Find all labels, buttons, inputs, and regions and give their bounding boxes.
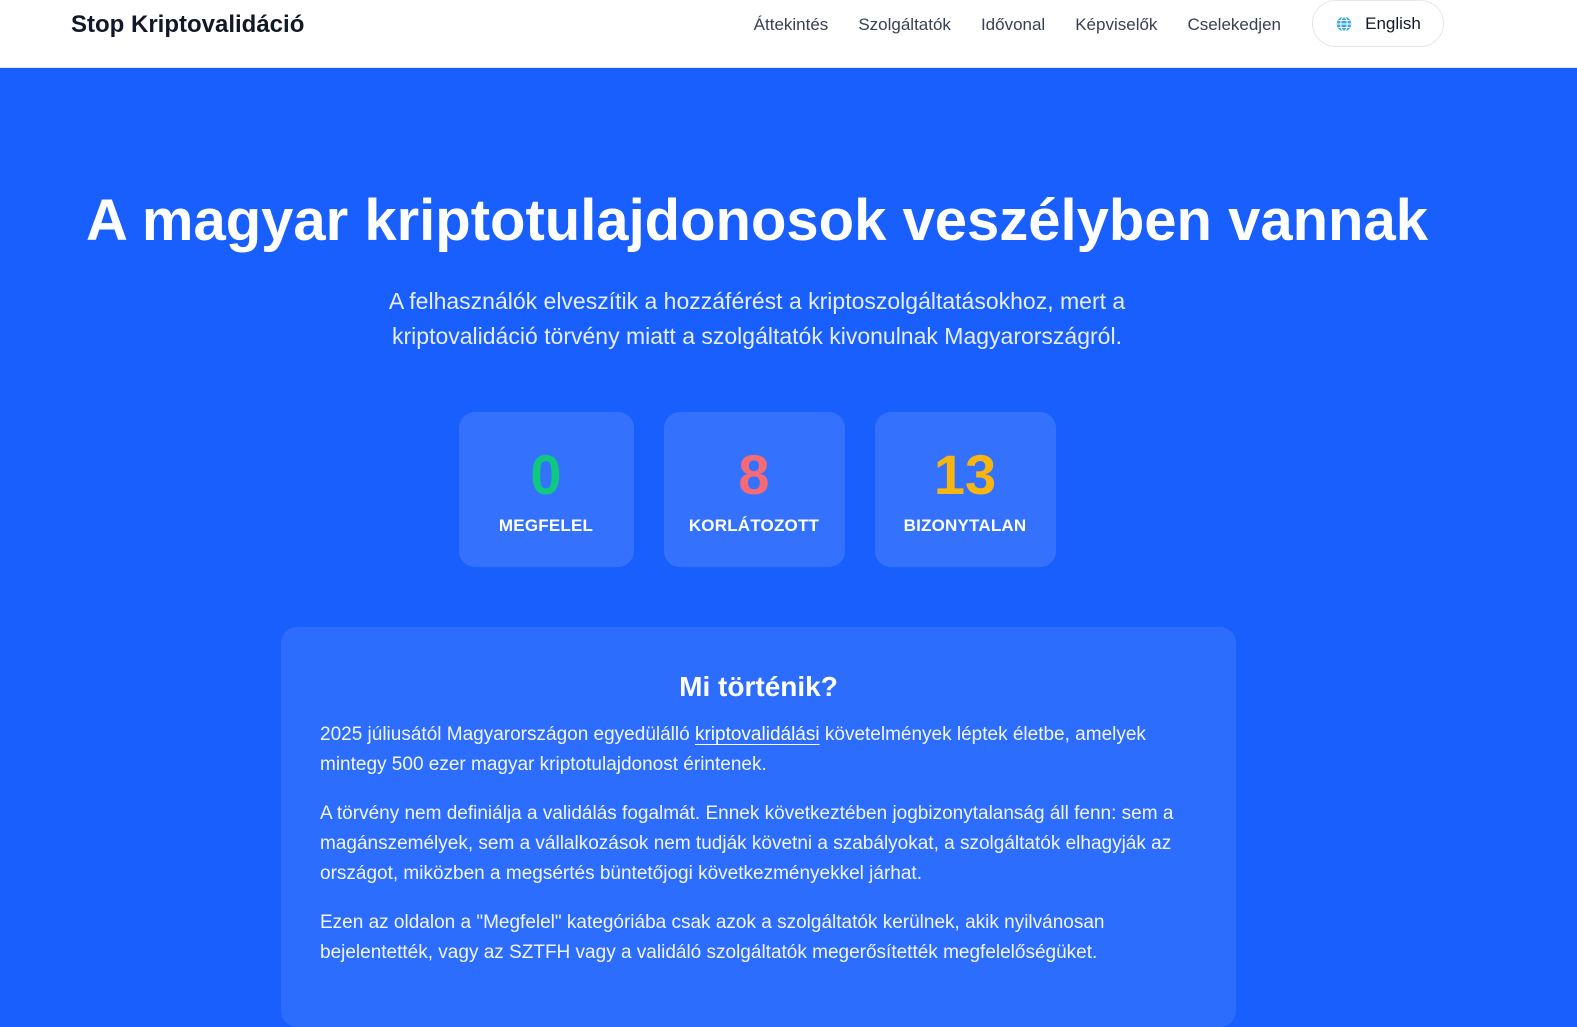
nav-link-representatives[interactable]: Képviselők [1075, 10, 1157, 40]
nav-link-overview[interactable]: Áttekintés [754, 10, 829, 40]
crypto-validation-link[interactable]: kriptovalidálási [695, 724, 820, 745]
nav-link-take-action[interactable]: Cselekedjen [1187, 10, 1281, 40]
stat-label-uncertain: BIZONYTALAN [903, 515, 1027, 535]
hero-subtitle: A felhasználók elveszítik a hozzáférést … [0, 284, 1514, 354]
paragraph-text: 2025 júliusától Magyarországon egyedülál… [320, 724, 695, 745]
site-logo[interactable]: Stop Kriptovalidáció [71, 10, 304, 40]
info-paragraph-1: 2025 júliusától Magyarországon egyedülál… [320, 720, 1197, 780]
language-label: English [1365, 13, 1421, 33]
stat-card-uncertain[interactable]: 13 BIZONYTALAN [874, 412, 1056, 567]
stat-label-restricted: KORLÁTOZOTT [688, 515, 820, 535]
section-title: Mi történik? [679, 671, 838, 702]
main-nav: Áttekintés Szolgáltatók Idővonal Képvise… [754, 10, 1281, 40]
stat-label-compliant: MEGFELEL [498, 515, 594, 535]
info-paragraph-2: A törvény nem definiálja a validálás fog… [320, 803, 1174, 884]
hero-subtitle-line-2: kriptovalidáció törvény miatt a szolgált… [392, 323, 1122, 349]
globe-icon [1336, 15, 1352, 32]
top-navigation-bar: Stop Kriptovalidáció Áttekintés Szolgált… [0, 0, 1577, 68]
status-counters: 0 MEGFELEL 8 KORLÁTOZOTT 13 BIZONYTALAN [0, 412, 1514, 567]
info-paragraph-3: Ezen az oldalon a "Megfelel" kategóriába… [320, 912, 1105, 963]
language-switch-button[interactable]: English [1312, 0, 1444, 47]
what-is-happening-card: Mi történik? 2025 júliusától Magyarorszá… [281, 627, 1236, 1027]
stat-card-compliant[interactable]: 0 MEGFELEL [458, 412, 634, 567]
nav-link-providers[interactable]: Szolgáltatók [858, 10, 951, 40]
stat-value-restricted: 8 [738, 442, 770, 506]
stat-card-restricted[interactable]: 8 KORLÁTOZOTT [663, 412, 845, 567]
nav-link-timeline[interactable]: Idővonal [981, 10, 1045, 40]
stat-value-uncertain: 13 [933, 442, 997, 506]
stat-value-compliant: 0 [530, 442, 562, 506]
hero-title: A magyar kriptotulajdonosok veszélyben v… [86, 188, 1428, 253]
hero-subtitle-line-1: A felhasználók elveszítik a hozzáférést … [388, 288, 1126, 314]
